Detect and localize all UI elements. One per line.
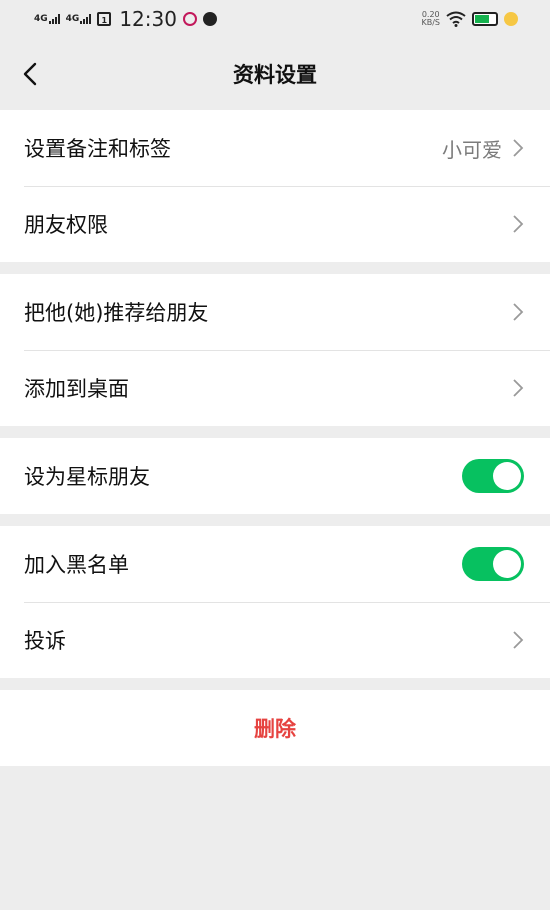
chevron-right-icon: [513, 631, 524, 649]
signal-bars-icon: [80, 14, 92, 24]
toggle-knob: [493, 462, 521, 490]
add-to-desktop-item[interactable]: 添加到桌面: [0, 350, 550, 426]
star-friend-label: 设为星标朋友: [24, 465, 150, 489]
status-left: 4G 4G 1 12:30: [34, 7, 217, 31]
add-to-desktop-label: 添加到桌面: [24, 377, 129, 401]
signal-label: 4G: [65, 14, 80, 24]
star-friend-toggle[interactable]: [462, 459, 524, 493]
signal-label: 4G: [34, 14, 48, 24]
settings-group-2: 把他(她)推荐给朋友 添加到桌面: [0, 274, 550, 426]
status-right: 0.20 KB/S: [421, 11, 518, 27]
row-right: 小可爱: [442, 134, 524, 163]
charging-icon: [504, 12, 518, 26]
blacklist-item: 加入黑名单: [0, 526, 550, 602]
friend-permissions-label: 朋友权限: [24, 213, 108, 237]
net-speed: 0.20 KB/S: [421, 11, 440, 27]
delete-button[interactable]: 删除: [0, 690, 550, 766]
chevron-right-icon: [513, 303, 524, 321]
star-friend-item: 设为星标朋友: [0, 438, 550, 514]
settings-group-3: 设为星标朋友: [0, 438, 550, 514]
signal-bars-icon: [48, 14, 60, 24]
settings-group-4: 加入黑名单 投诉: [0, 526, 550, 678]
delete-label: 删除: [254, 717, 296, 741]
settings-group-1: 设置备注和标签 小可爱 朋友权限: [0, 110, 550, 262]
net-speed-unit: KB/S: [421, 18, 440, 27]
toggle-knob: [493, 550, 521, 578]
chevron-right-icon: [513, 379, 524, 397]
remark-value: 小可爱: [442, 137, 502, 162]
status-time: 12:30: [119, 7, 177, 31]
blacklist-toggle[interactable]: [462, 547, 524, 581]
page-title: 资料设置: [233, 63, 317, 87]
report-item[interactable]: 投诉: [0, 602, 550, 678]
remark-and-tags-label: 设置备注和标签: [24, 137, 171, 161]
friend-permissions-item[interactable]: 朋友权限: [0, 186, 550, 262]
chevron-right-icon: [513, 139, 524, 157]
blacklist-label: 加入黑名单: [24, 553, 129, 577]
recommend-to-friend-item[interactable]: 把他(她)推荐给朋友: [0, 274, 550, 350]
battery-icon: [472, 12, 498, 26]
signal-4g-icon: 4G: [66, 14, 92, 24]
recommend-to-friend-label: 把他(她)推荐给朋友: [24, 301, 209, 325]
chevron-right-icon: [513, 215, 524, 233]
back-arrow-icon[interactable]: [18, 60, 46, 88]
wifi-icon: [446, 11, 466, 27]
sim-badge-icon: 1: [97, 12, 112, 26]
remark-and-tags-item[interactable]: 设置备注和标签 小可爱: [0, 110, 550, 186]
location-icon: [202, 12, 217, 26]
report-label: 投诉: [24, 629, 66, 653]
notification-icon: [182, 12, 197, 26]
signal-4g-icon: 4G: [34, 14, 60, 24]
nav-bar: 资料设置: [0, 38, 550, 110]
status-bar: 4G 4G 1 12:30 0.20 KB/S: [0, 0, 550, 38]
